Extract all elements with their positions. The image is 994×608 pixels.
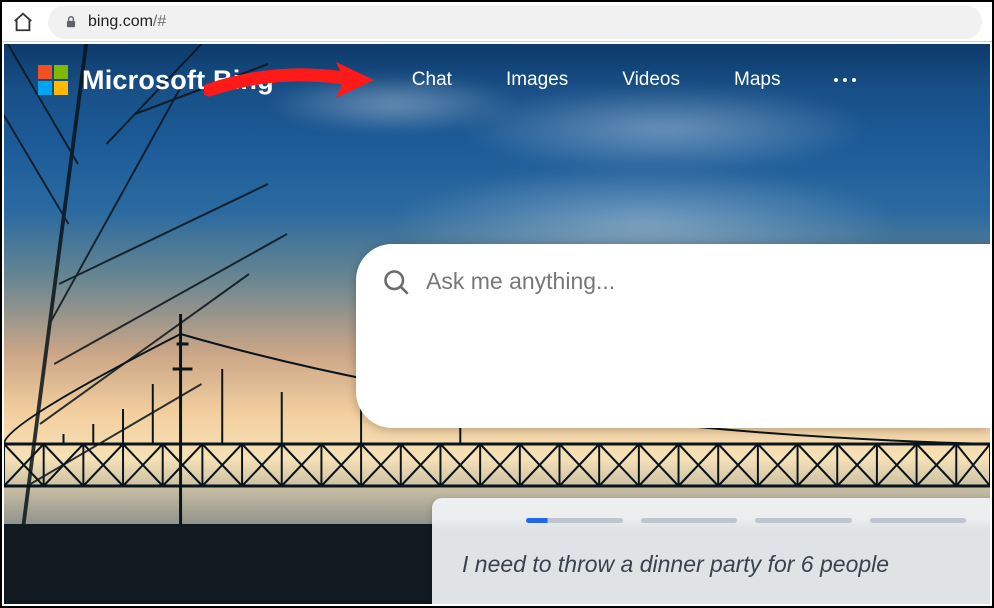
- lock-icon: [64, 14, 78, 30]
- nav-chat[interactable]: Chat: [412, 69, 452, 91]
- nav-images[interactable]: Images: [506, 69, 568, 91]
- address-input[interactable]: bing.com/#: [48, 5, 982, 39]
- brand-name[interactable]: Microsoft Bing: [82, 65, 274, 96]
- pager-dot-3[interactable]: [755, 518, 852, 523]
- bing-homepage: Microsoft Bing Chat Images Videos Maps: [4, 44, 990, 604]
- search-input[interactable]: [426, 266, 970, 296]
- search-icon: [382, 268, 410, 296]
- primary-nav: Chat Images Videos Maps: [412, 69, 857, 91]
- pager-dot-4[interactable]: [870, 518, 967, 523]
- search-box[interactable]: [356, 244, 990, 428]
- home-icon[interactable]: [12, 11, 34, 33]
- pager-dot-2[interactable]: [641, 518, 738, 523]
- suggestion-pager[interactable]: [526, 518, 966, 523]
- nav-more-icon[interactable]: [834, 70, 856, 90]
- url-text: bing.com/#: [88, 13, 166, 31]
- site-header: Microsoft Bing Chat Images Videos Maps: [38, 60, 990, 100]
- browser-address-bar: bing.com/#: [2, 2, 992, 42]
- suggestion-text[interactable]: I need to throw a dinner party for 6 peo…: [462, 551, 966, 578]
- nav-videos[interactable]: Videos: [622, 69, 680, 91]
- microsoft-logo-icon[interactable]: [38, 65, 68, 95]
- pager-dot-1[interactable]: [526, 518, 623, 523]
- nav-maps[interactable]: Maps: [734, 69, 780, 91]
- suggestion-card[interactable]: I need to throw a dinner party for 6 peo…: [432, 498, 990, 604]
